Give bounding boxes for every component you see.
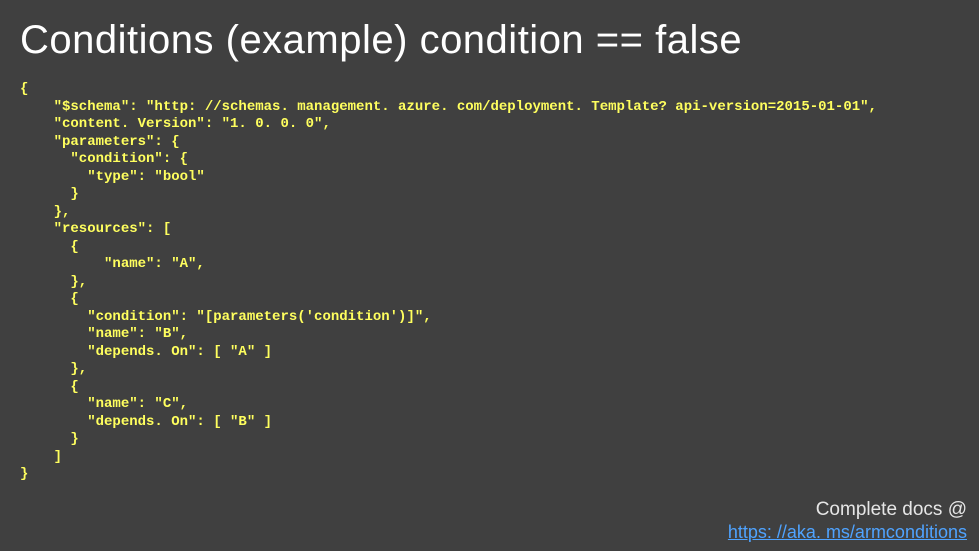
footer-link[interactable]: https: //aka. ms/armconditions — [728, 522, 967, 542]
slide-title: Conditions (example) condition == false — [0, 0, 979, 73]
code-block: { "$schema": "http: //schemas. managemen… — [0, 73, 979, 484]
footer: Complete docs @ https: //aka. ms/armcond… — [728, 498, 967, 546]
footer-label: Complete docs @ — [816, 499, 967, 520]
